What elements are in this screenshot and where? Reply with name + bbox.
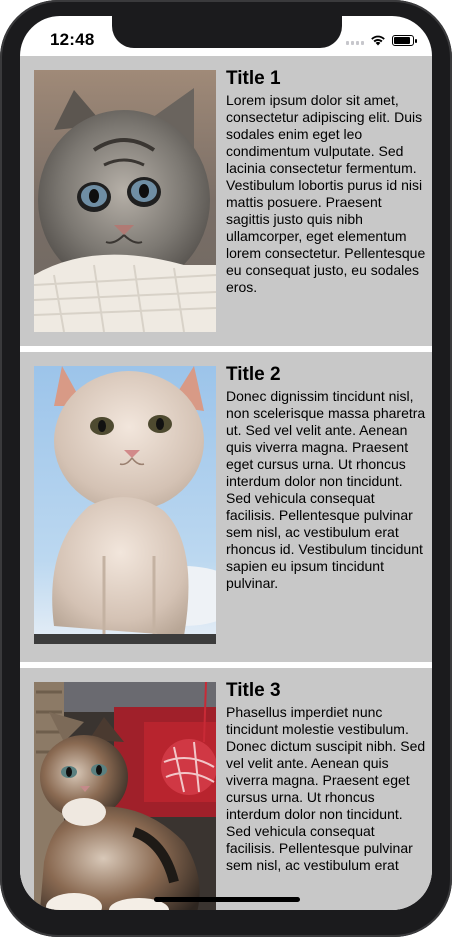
card-title: Title 2 — [226, 364, 281, 385]
card-title: Title 1 — [226, 68, 281, 89]
card-text: Title 3 Phasellus imperdiet nunc tincidu… — [226, 680, 426, 874]
card-image — [34, 682, 216, 910]
card-body: Phasellus imperdiet nunc tincidunt moles… — [226, 704, 426, 873]
card-list[interactable]: Title 1 Lorem ipsum dolor sit amet, cons… — [20, 56, 432, 910]
kitten-photo-calico — [34, 682, 216, 910]
list-item[interactable]: Title 3 Phasellus imperdiet nunc tincidu… — [20, 668, 432, 910]
home-indicator[interactable] — [154, 897, 300, 902]
card-title: Title 3 — [226, 680, 281, 701]
list-item[interactable]: Title 2 Donec dignissim tincidunt nisl, … — [20, 352, 432, 662]
device-frame: 12:48 Title 1 Lorem ipsum dolor sit amet… — [0, 0, 452, 937]
card-body: Donec dignissim tincidunt nisl, non scel… — [226, 388, 426, 591]
notch — [112, 16, 342, 48]
status-time: 12:48 — [50, 30, 95, 49]
card-text: Title 1 Lorem ipsum dolor sit amet, cons… — [226, 68, 426, 296]
list-item[interactable]: Title 1 Lorem ipsum dolor sit amet, cons… — [20, 56, 432, 346]
battery-icon — [392, 34, 417, 46]
kitten-photo-gray-tabby — [34, 70, 216, 332]
card-image — [34, 366, 216, 644]
screen: 12:48 Title 1 Lorem ipsum dolor sit amet… — [20, 16, 432, 910]
wifi-icon — [370, 34, 386, 46]
signal-icon — [346, 35, 364, 45]
card-text: Title 2 Donec dignissim tincidunt nisl, … — [226, 364, 426, 592]
status-icons — [346, 32, 417, 48]
card-image — [34, 70, 216, 332]
kitten-photo-white-cream — [34, 366, 216, 644]
card-body: Lorem ipsum dolor sit amet, consectetur … — [226, 92, 426, 295]
